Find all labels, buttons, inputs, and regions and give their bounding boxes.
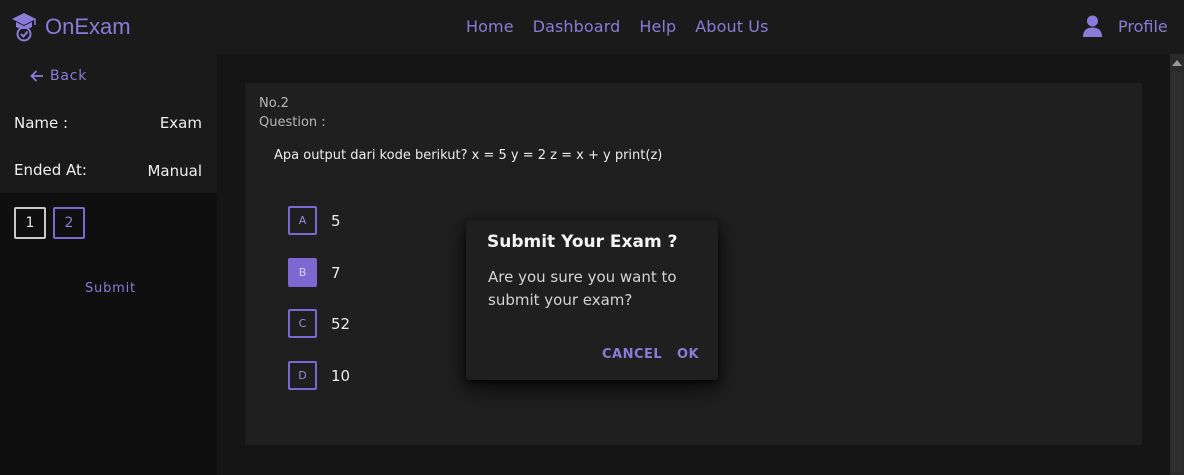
dialog-ok-button[interactable]: OK bbox=[677, 347, 699, 362]
back-button[interactable]: Back bbox=[30, 68, 87, 84]
name-value: Exam bbox=[159, 114, 202, 132]
profile-menu[interactable]: Profile bbox=[1083, 15, 1168, 37]
option-c-box: C bbox=[288, 309, 317, 338]
option-c[interactable]: C 52 bbox=[288, 309, 350, 338]
question-label: Question : bbox=[259, 115, 326, 130]
navbar: OnExam Home Dashboard Help About Us Prof… bbox=[0, 0, 1184, 54]
arrow-left-icon bbox=[30, 70, 43, 82]
submit-confirm-dialog: Submit Your Exam ? Are you sure you want… bbox=[466, 220, 718, 380]
option-b-text: 7 bbox=[331, 263, 341, 282]
main-nav: Home Dashboard Help About Us bbox=[466, 17, 788, 36]
graduation-cap-logo-icon bbox=[12, 13, 36, 42]
profile-label: Profile bbox=[1118, 16, 1168, 36]
user-icon bbox=[1083, 15, 1102, 37]
question-nav-button-2[interactable]: 2 bbox=[53, 207, 85, 239]
option-a[interactable]: A 5 bbox=[288, 206, 341, 235]
dialog-message: Are you sure you want to submit your exa… bbox=[488, 268, 677, 309]
submit-button[interactable]: Submit bbox=[85, 281, 136, 296]
nav-about-link[interactable]: About Us bbox=[695, 17, 768, 36]
option-b[interactable]: B 7 bbox=[288, 258, 341, 287]
brand[interactable]: OnExam bbox=[11, 12, 131, 42]
option-a-box: A bbox=[288, 206, 317, 235]
option-c-text: 52 bbox=[331, 314, 351, 333]
scrollbar-thumb[interactable] bbox=[1172, 72, 1182, 472]
option-d-box: D bbox=[288, 361, 317, 390]
back-label: Back bbox=[50, 68, 88, 84]
nav-help-link[interactable]: Help bbox=[639, 17, 676, 36]
nav-dashboard-link[interactable]: Dashboard bbox=[533, 17, 621, 36]
dialog-cancel-button[interactable]: CANCEL bbox=[602, 347, 662, 362]
scroll-up-arrow-icon[interactable] bbox=[1172, 60, 1182, 66]
option-a-text: 5 bbox=[331, 211, 341, 230]
nav-home-link[interactable]: Home bbox=[466, 17, 514, 36]
brand-name: OnExam bbox=[45, 14, 131, 39]
option-d[interactable]: D 10 bbox=[288, 361, 350, 390]
question-text: Apa output dari kode berikut? x = 5 y = … bbox=[274, 148, 663, 163]
question-nav-button-1[interactable]: 1 bbox=[14, 207, 46, 239]
question-number: No.2 bbox=[259, 96, 289, 111]
ended-at-value: Manual bbox=[147, 162, 202, 180]
dialog-title: Submit Your Exam ? bbox=[487, 232, 678, 252]
ended-at-label: Ended At: bbox=[14, 161, 87, 179]
option-b-box: B bbox=[288, 258, 317, 287]
name-label: Name : bbox=[14, 114, 69, 132]
option-d-text: 10 bbox=[331, 366, 351, 385]
